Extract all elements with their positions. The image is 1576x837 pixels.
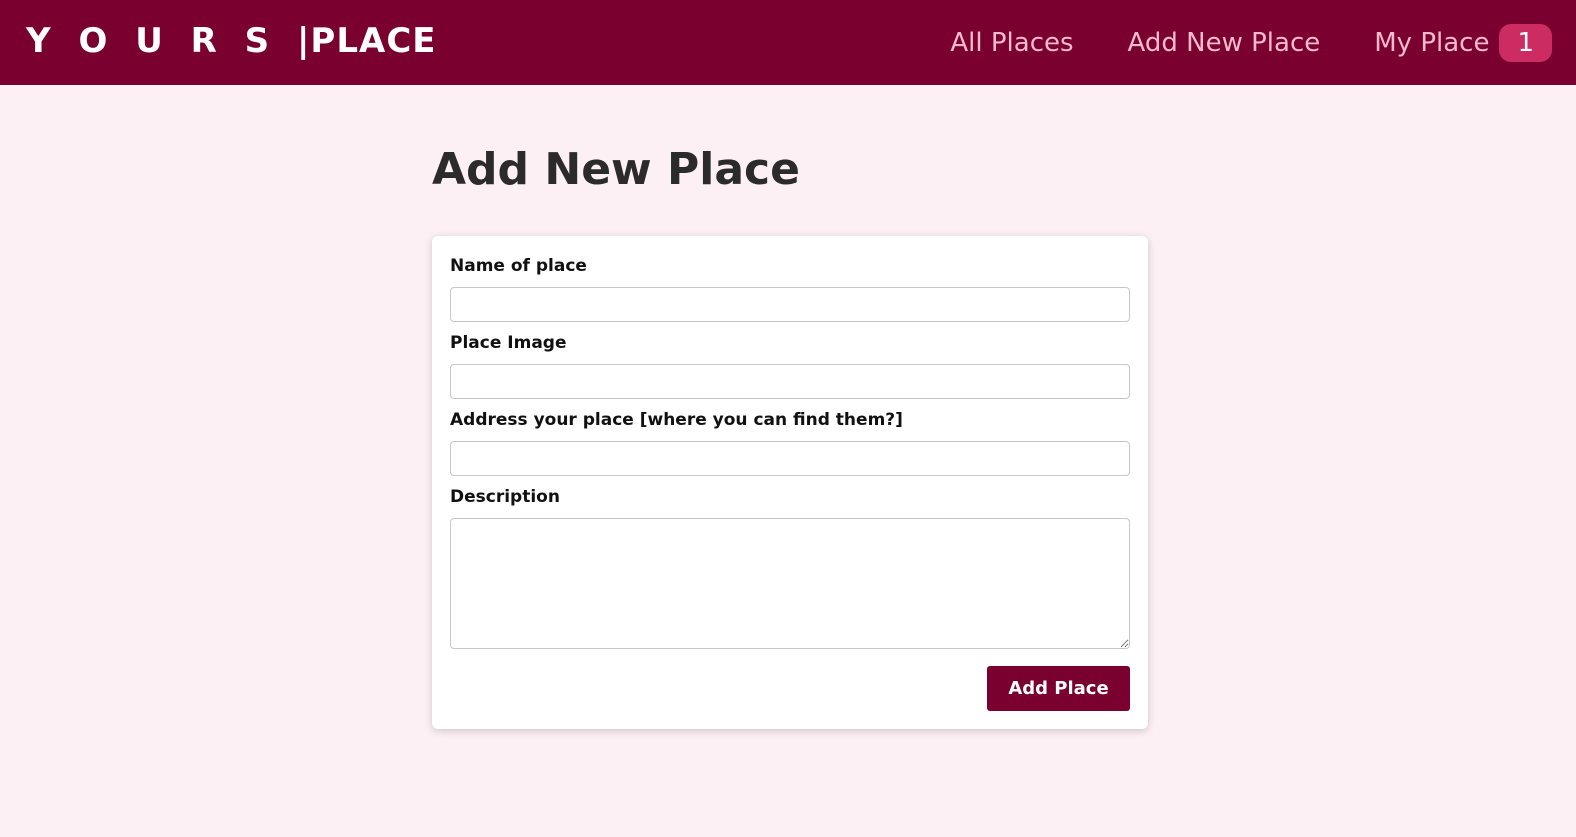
logo-text-yours: Y O U R S [26,21,278,61]
site-logo[interactable]: Y O U R S |PLACE [26,20,437,62]
image-input[interactable] [450,364,1130,399]
main-content: Add New Place Name of place Place Image … [432,140,1148,729]
image-field-group: Place Image [450,331,1130,399]
nav-add-new-place[interactable]: Add New Place [1128,28,1321,58]
name-field-group: Name of place [450,254,1130,322]
add-place-button[interactable]: Add Place [987,666,1130,711]
nav-all-places[interactable]: All Places [950,28,1073,58]
image-label: Place Image [450,333,567,353]
description-textarea[interactable] [450,518,1130,649]
logo-text-place: |PLACE [297,21,437,61]
nav-my-place-label: My Place [1374,27,1490,58]
nav-my-place[interactable]: My Place 1 [1374,23,1552,62]
name-input[interactable] [450,287,1130,322]
page-title: Add New Place [432,144,800,195]
address-field-group: Address your place [where you can find t… [450,408,1130,476]
address-label: Address your place [where you can find t… [450,410,903,430]
address-input[interactable] [450,441,1130,476]
description-label: Description [450,487,560,507]
description-field-group: Description [450,485,1130,649]
form-actions: Add Place [987,666,1130,711]
name-label: Name of place [450,256,587,276]
my-place-count-badge: 1 [1499,23,1552,62]
top-navbar: Y O U R S |PLACE All Places Add New Plac… [0,0,1576,85]
main-nav: All Places Add New Place My Place 1 [950,0,1552,85]
add-place-form: Name of place Place Image Address your p… [432,236,1148,729]
